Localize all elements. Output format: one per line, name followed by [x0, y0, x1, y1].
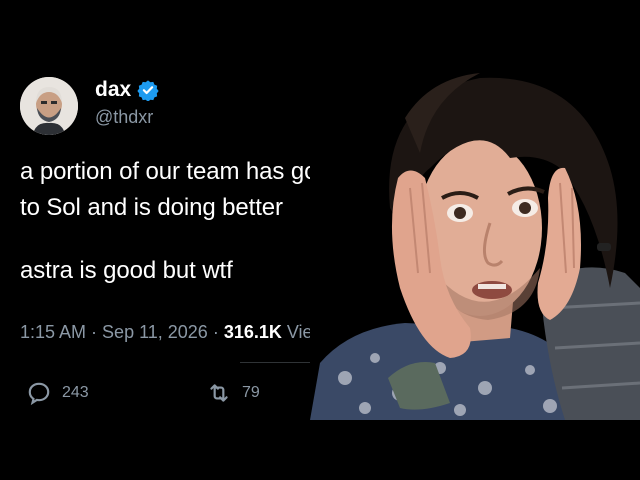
retweet-icon	[206, 380, 232, 406]
author-name[interactable]: dax	[95, 77, 159, 103]
tweet-date[interactable]: Sep 11, 2026	[102, 322, 208, 342]
reply-button[interactable]: 243	[26, 380, 89, 406]
views-count: 316.1K	[223, 322, 282, 342]
retweet-count: 79	[242, 384, 260, 401]
meta-separator: ·	[207, 322, 224, 342]
tweet-time[interactable]: 1:15 AM	[20, 322, 86, 342]
retweet-button[interactable]: 79	[206, 380, 260, 406]
author-avatar[interactable]	[20, 77, 78, 135]
avatar-illustration	[20, 77, 78, 135]
verified-badge-icon	[137, 79, 159, 102]
tweet-meta: 1:15 AM · Sep 11, 2026 · 316.1K Views	[20, 320, 335, 344]
author-display-name[interactable]: dax	[95, 77, 131, 103]
meta-separator: ·	[86, 322, 103, 342]
author-handle[interactable]: @thdxr	[95, 105, 153, 129]
reply-count: 243	[62, 384, 89, 401]
shocked-person-photo	[310, 58, 640, 420]
speech-bubble-icon	[26, 380, 52, 406]
